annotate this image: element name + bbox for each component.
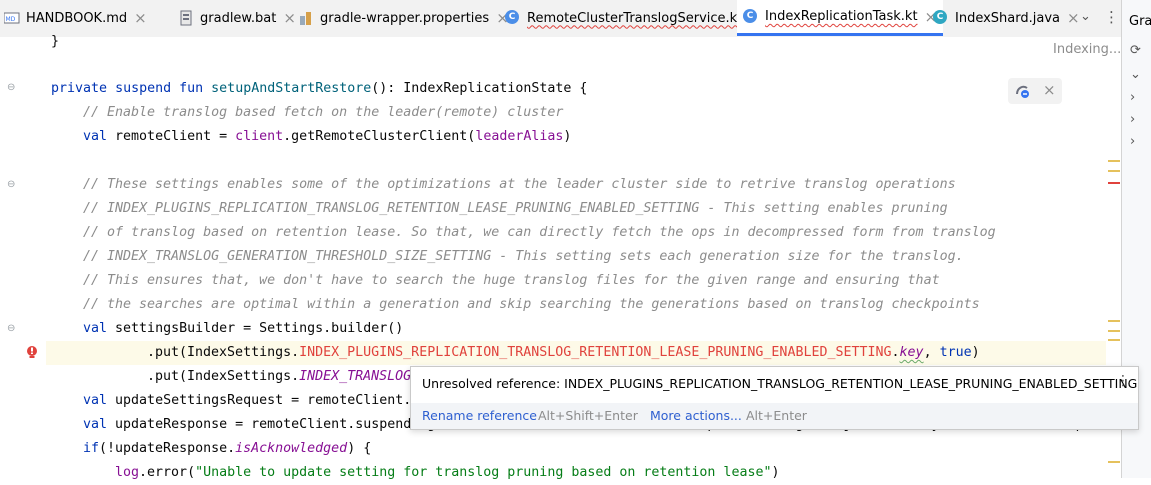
fold-icon[interactable]: ⊖ — [7, 179, 15, 190]
warning-mark[interactable] — [1108, 339, 1120, 341]
chevron-down-icon[interactable]: ⌄ — [1080, 9, 1091, 24]
more-vertical-icon[interactable]: ⋮ — [1104, 8, 1119, 26]
error-mark[interactable] — [1108, 182, 1120, 184]
code-comment: // These settings enables some of the op… — [83, 177, 956, 192]
code-line: private suspend fun setupAndStartRestore… — [51, 81, 588, 96]
chevron-right-icon[interactable]: › — [1130, 90, 1135, 105]
error-message: Unresolved reference: INDEX_PLUGINS_REPL… — [422, 376, 1138, 391]
shortcut-label: Alt+Shift+Enter — [538, 408, 638, 423]
code-line-current: .put(IndexSettings.INDEX_PLUGINS_REPLICA… — [46, 341, 1106, 365]
tab-index-replication-task[interactable]: C IndexReplicationTask.kt × — [737, 0, 944, 36]
svg-text:MD: MD — [6, 16, 16, 23]
fold-icon[interactable]: ⊖ — [7, 82, 15, 93]
floating-toolbar: × — [1008, 78, 1062, 104]
markdown-icon: MD — [3, 10, 20, 26]
tab-gradle-wrapper-properties[interactable]: gradle-wrapper.properties × — [298, 0, 509, 36]
tab-handbook[interactable]: MD HANDBOOK.md × — [3, 0, 147, 36]
close-icon[interactable]: × — [283, 9, 296, 27]
code-comment: // of translog based on retention lease.… — [83, 225, 996, 240]
tab-label: gradlew.bat — [200, 10, 277, 26]
chevron-right-icon[interactable]: › — [1130, 112, 1135, 127]
tab-label: HANDBOOK.md — [26, 10, 128, 26]
kotlin-class-icon: C — [743, 8, 759, 25]
more-actions-link[interactable]: More actions... — [650, 408, 742, 423]
code-line: if(!updateResponse.isAcknowledged) { — [83, 441, 372, 456]
code-comment: // the searches are optimal within a gen… — [83, 297, 980, 312]
java-class-icon: C — [933, 10, 949, 26]
close-icon[interactable]: × — [134, 9, 147, 27]
editor-gutter: ⊖ ⊖ ⊖ — [0, 37, 46, 478]
tab-remote-cluster-translog-service[interactable]: C RemoteClusterTranslogService.kt × — [505, 0, 762, 36]
rename-reference-link[interactable]: Rename reference — [422, 408, 537, 423]
refresh-icon[interactable]: ⟳ — [1130, 43, 1141, 58]
chevron-down-icon[interactable]: ⌄ — [1130, 67, 1141, 82]
shortcut-label: Alt+Enter — [746, 408, 807, 423]
script-file-icon — [178, 10, 194, 26]
code-comment: // This ensures that, we don't have to s… — [83, 273, 940, 288]
close-icon[interactable]: × — [1043, 81, 1056, 99]
editor-tab-bar: MD HANDBOOK.md × gradlew.bat × gradle-wr… — [0, 0, 1121, 38]
tab-label: RemoteClusterTranslogService.kt — [527, 10, 743, 26]
warning-mark[interactable] — [1108, 330, 1120, 332]
tab-label: gradle-wrapper.properties — [320, 10, 490, 26]
warning-mark[interactable] — [1108, 170, 1120, 172]
fold-icon[interactable]: ⊖ — [7, 323, 15, 334]
code-comment: // INDEX_TRANSLOG_GENERATION_THRESHOLD_S… — [83, 249, 964, 264]
code-comment: // Enable translog based fetch on the le… — [83, 105, 564, 120]
more-vertical-icon[interactable]: ⋮ — [1116, 373, 1130, 389]
gradle-sync-icon[interactable] — [1014, 82, 1032, 104]
kotlin-class-icon: C — [505, 10, 521, 26]
gradle-panel-title: Grad — [1129, 14, 1151, 29]
code-line: .put(IndexSettings.INDEX_TRANSLOG — [147, 369, 412, 384]
tab-index-shard[interactable]: C IndexShard.java × — [933, 0, 1080, 36]
code-line: log.error("Unable to update setting for … — [115, 465, 780, 480]
error-bulb-icon[interactable] — [25, 344, 39, 358]
close-icon[interactable]: × — [1067, 9, 1080, 27]
code-line: val remoteClient = client.getRemoteClust… — [83, 129, 572, 144]
tab-gradlew[interactable]: gradlew.bat × — [178, 0, 296, 36]
code-line: } — [51, 34, 60, 49]
error-tooltip: Unresolved reference: INDEX_PLUGINS_REPL… — [410, 366, 1139, 430]
warning-mark[interactable] — [1108, 320, 1120, 322]
tab-label: IndexShard.java — [955, 10, 1060, 26]
quick-fix-actions: Rename reference Alt+Shift+Enter More ac… — [411, 403, 1138, 429]
chevron-right-icon[interactable]: › — [1130, 134, 1135, 149]
warning-mark[interactable] — [1108, 461, 1120, 463]
code-line: val updateSettingsRequest = remoteClient… — [83, 393, 412, 408]
code-comment: // INDEX_PLUGINS_REPLICATION_TRANSLOG_RE… — [83, 201, 948, 216]
warning-mark[interactable] — [1108, 160, 1120, 162]
code-line: val settingsBuilder = Settings.builder() — [83, 321, 404, 336]
tab-label: IndexReplicationTask.kt — [765, 9, 918, 24]
properties-file-icon — [298, 10, 314, 26]
